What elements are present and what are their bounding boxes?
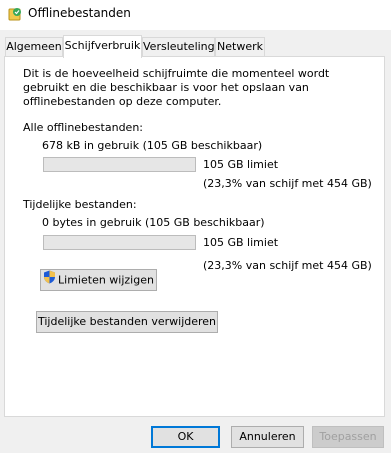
temp-files-limit: 105 GB limiet (203, 236, 279, 249)
tab-disk-usage[interactable]: Schijfverbruik (63, 35, 142, 58)
delete-temp-files-button[interactable]: Tijdelijke bestanden verwijderen (36, 311, 218, 333)
uac-shield-icon (43, 270, 56, 291)
apply-button[interactable]: Toepassen (312, 426, 384, 448)
description-text: Dit is de hoeveelheid schijfruimte die m… (23, 67, 330, 108)
tab-network[interactable]: Netwerk (215, 37, 265, 56)
title-bar: Offlinebestanden (0, 0, 391, 30)
window-title: Offlinebestanden (28, 6, 131, 20)
tab-strip: Algemeen Schijfverbruik Versleuteling Ne… (0, 30, 391, 58)
all-files-heading: Alle offlinebestanden: (23, 121, 143, 134)
all-files-usage: 678 kB in gebruik (105 GB beschikbaar) (42, 139, 263, 152)
cancel-button[interactable]: Annuleren (231, 426, 304, 448)
all-files-limit: 105 GB limiet (203, 158, 279, 171)
offline-files-icon (7, 6, 23, 22)
temp-files-limit-percent: (23,3% van schijf met 454 GB) (203, 259, 372, 272)
ok-button[interactable]: OK (151, 426, 220, 448)
temp-files-usage: 0 bytes in gebruik (105 GB beschikbaar) (42, 216, 265, 229)
change-limits-button[interactable]: Limieten wijzigen (40, 269, 157, 291)
change-limits-label: Limieten wijzigen (58, 273, 154, 287)
tab-encryption[interactable]: Versleuteling (142, 37, 215, 56)
temp-files-progress-bar (43, 235, 196, 250)
temp-files-heading: Tijdelijke bestanden: (23, 198, 137, 211)
all-files-progress-bar (43, 157, 196, 172)
tab-general[interactable]: Algemeen (5, 37, 63, 56)
all-files-limit-percent: (23,3% van schijf met 454 GB) (203, 177, 372, 190)
